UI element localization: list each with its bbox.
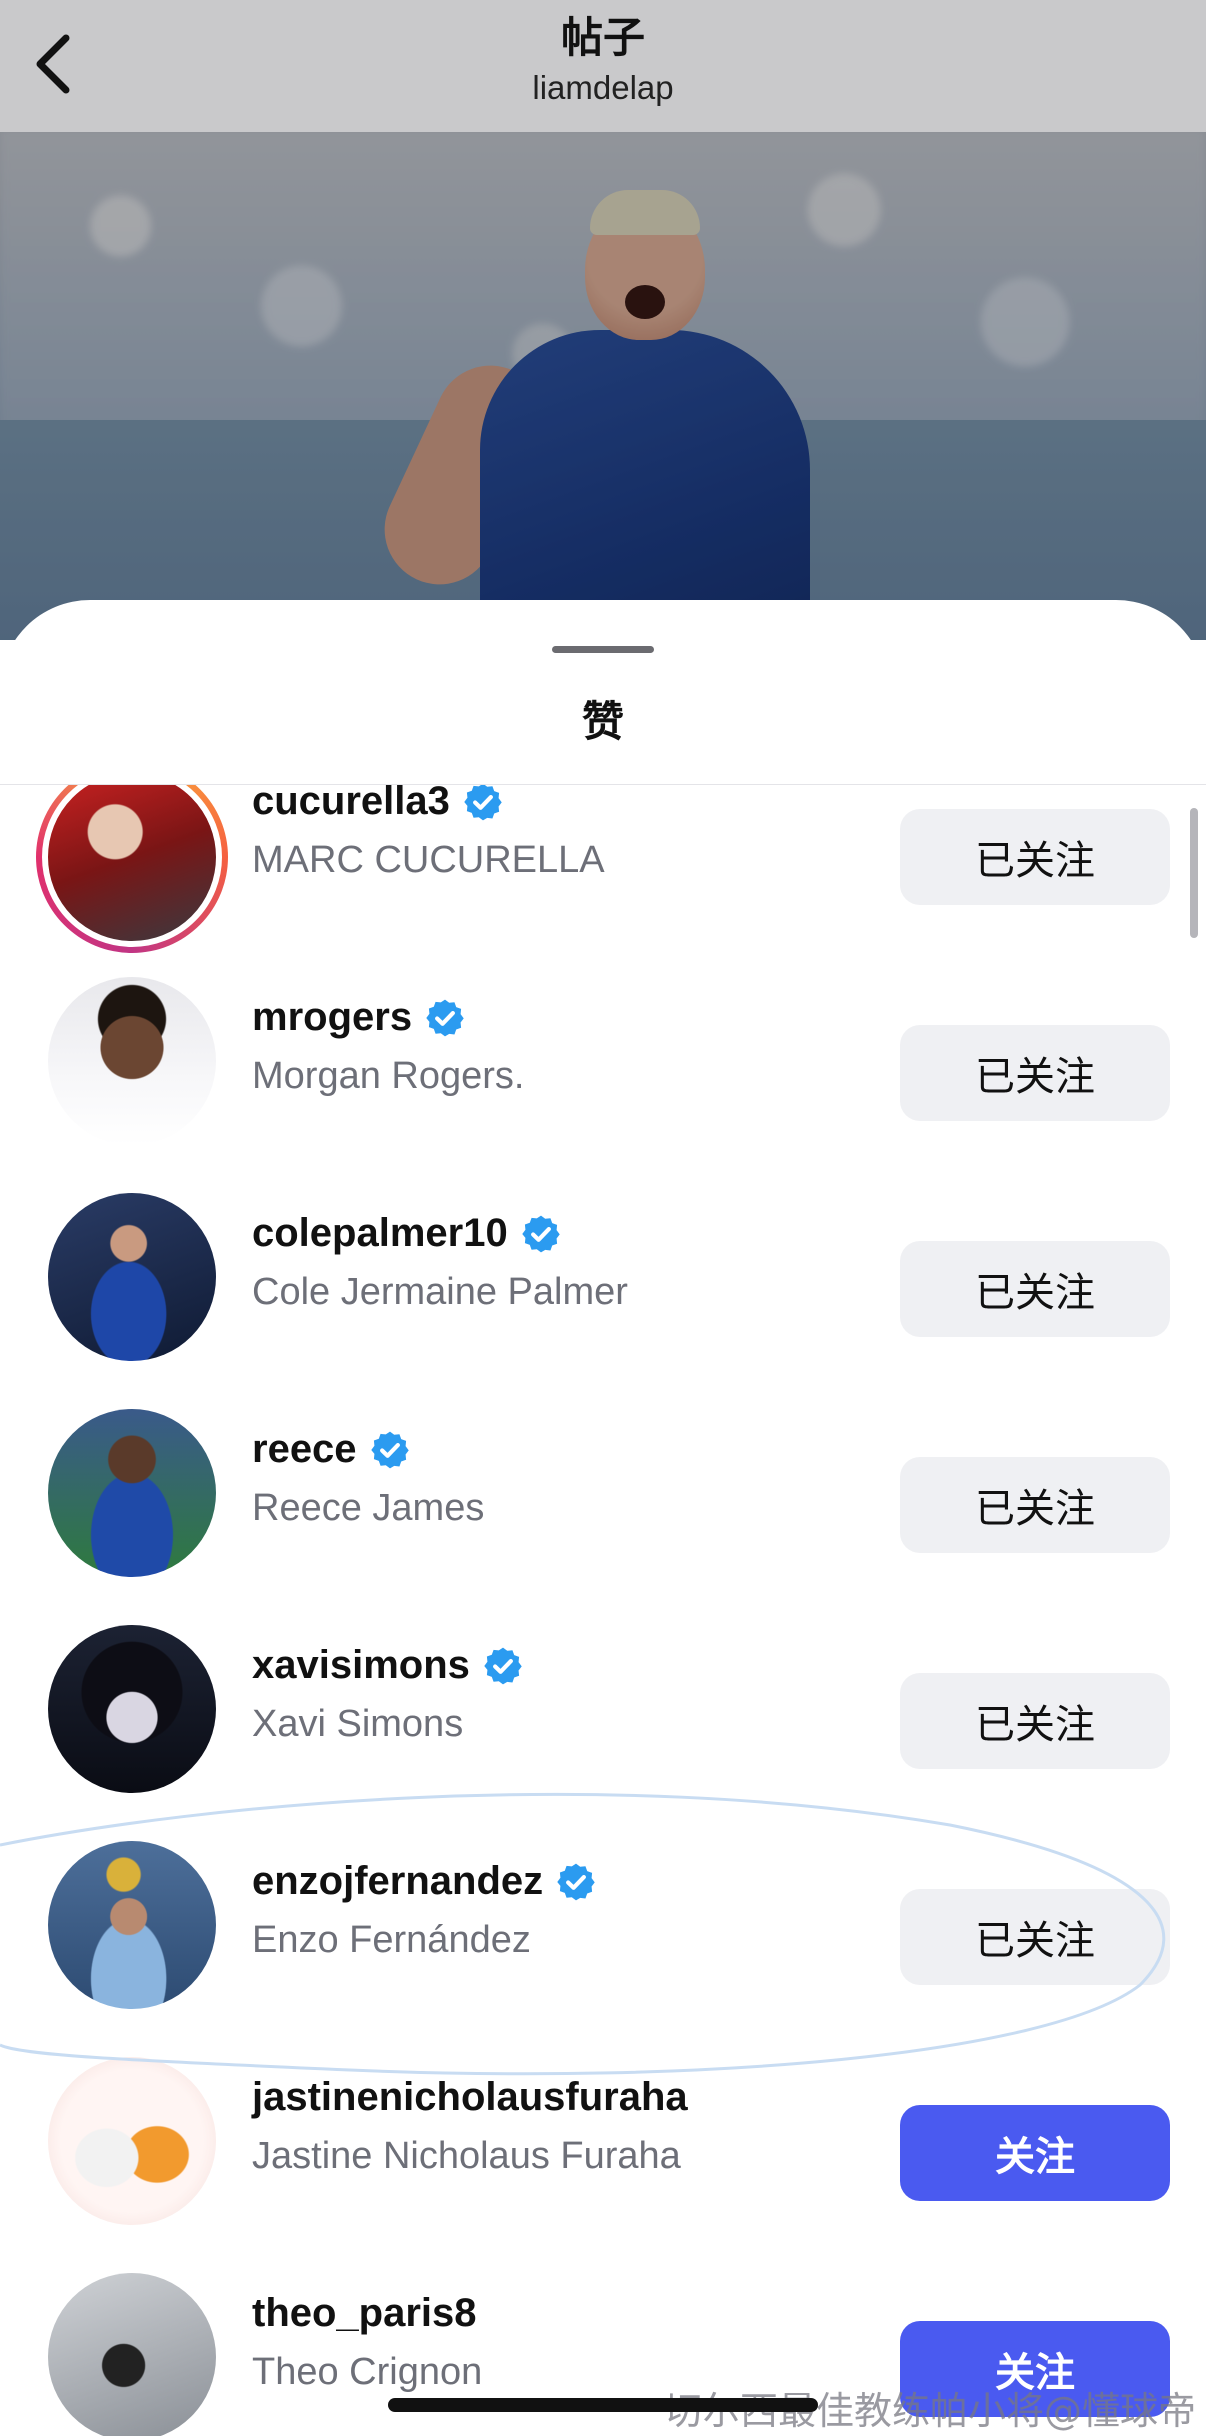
page-subtitle: liamdelap	[532, 69, 674, 106]
list-item[interactable]: colepalmer10 Cole Jermaine Palmer 已关注	[0, 1169, 1206, 1385]
verified-badge-icon	[484, 1647, 522, 1684]
avatar[interactable]	[36, 785, 228, 953]
verified-badge-icon	[464, 785, 502, 820]
page-header: 帖子 liamdelap	[0, 10, 1206, 108]
list-item[interactable]: jastinenicholausfuraha Jastine Nicholaus…	[0, 2033, 1206, 2249]
username[interactable]: enzojfernandez	[252, 1859, 597, 1904]
following-button[interactable]: 已关注	[900, 1889, 1170, 1985]
verified-badge-icon	[521, 1215, 560, 1252]
following-button[interactable]: 已关注	[900, 1457, 1170, 1553]
full-name: MARC CUCURELLA	[252, 839, 605, 881]
following-button[interactable]: 已关注	[900, 809, 1170, 905]
page-title: 帖子	[560, 14, 645, 61]
full-name: Reece James	[252, 1487, 485, 1529]
full-name: Theo Crignon	[252, 2351, 483, 2393]
follow-button[interactable]: 关注	[900, 2105, 1170, 2201]
full-name: Xavi Simons	[252, 1703, 464, 1745]
full-name: Enzo Fernández	[252, 1919, 531, 1961]
scrollbar[interactable]	[1190, 808, 1198, 938]
verified-badge-icon	[426, 999, 464, 1036]
username[interactable]: theo_paris8	[252, 2291, 477, 2336]
verified-badge-icon	[370, 1431, 409, 1468]
sheet-grabber[interactable]	[552, 646, 654, 653]
avatar[interactable]	[48, 2057, 216, 2225]
sheet-title: 赞	[581, 698, 624, 745]
avatar[interactable]	[48, 1841, 216, 2009]
avatar[interactable]	[48, 1193, 216, 1361]
list-item[interactable]: enzojfernandez Enzo Fernández 已关注	[0, 1817, 1206, 2033]
full-name: Cole Jermaine Palmer	[252, 1271, 628, 1313]
avatar[interactable]	[48, 1409, 216, 1577]
likes-sheet: 赞 cucurella3 MARC CUCURELLA 已关注 mrogers …	[0, 600, 1206, 2436]
username[interactable]: jastinenicholausfuraha	[252, 2075, 688, 2120]
verified-badge-icon	[557, 1863, 595, 1900]
avatar[interactable]	[48, 2273, 216, 2436]
list-item[interactable]: xavisimons Xavi Simons 已关注	[0, 1601, 1206, 1817]
following-button[interactable]: 已关注	[900, 1241, 1170, 1337]
home-indicator[interactable]	[388, 2398, 818, 2412]
username[interactable]: colepalmer10	[252, 1211, 562, 1256]
list-item[interactable]: mrogers Morgan Rogers. 已关注	[0, 953, 1206, 1169]
likers-list[interactable]: cucurella3 MARC CUCURELLA 已关注 mrogers Mo…	[0, 785, 1206, 2436]
list-item[interactable]: reece Reece James 已关注	[0, 1385, 1206, 1601]
following-button[interactable]: 已关注	[900, 1025, 1170, 1121]
full-name: Jastine Nicholaus Furaha	[252, 2135, 681, 2177]
avatar[interactable]	[48, 977, 216, 1145]
following-button[interactable]: 已关注	[900, 1673, 1170, 1769]
username[interactable]: reece	[252, 1427, 411, 1472]
avatar[interactable]	[48, 1625, 216, 1793]
list-item[interactable]: cucurella3 MARC CUCURELLA 已关注	[0, 785, 1206, 953]
full-name: Morgan Rogers.	[252, 1055, 525, 1097]
username[interactable]: mrogers	[252, 995, 466, 1040]
username[interactable]: xavisimons	[252, 1643, 524, 1688]
username[interactable]: cucurella3	[252, 785, 504, 824]
